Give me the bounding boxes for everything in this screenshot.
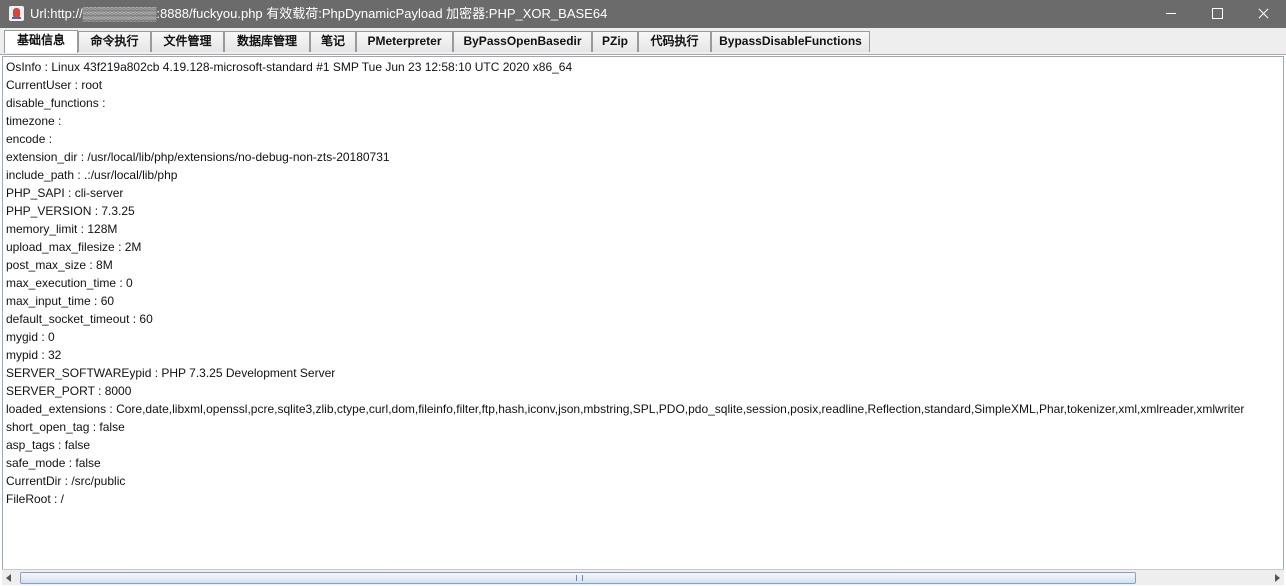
java-app-icon [9, 6, 24, 21]
tab-basic-info[interactable]: 基础信息 [4, 30, 78, 53]
minimize-icon[interactable] [1148, 0, 1194, 28]
info-line: disable_functions : [6, 96, 106, 110]
info-line: CurrentUser : root [6, 78, 103, 92]
basic-info-text[interactable]: OsInfo : Linux 43f219a802cb 4.19.128-mic… [6, 58, 1244, 508]
info-line: OsInfo : Linux 43f219a802cb 4.19.128-mic… [6, 60, 573, 74]
info-line: default_socket_timeout : 60 [6, 312, 153, 326]
info-line: include_path : .:/usr/local/lib/php [6, 168, 178, 182]
info-line: PHP_VERSION : 7.3.25 [6, 204, 135, 218]
info-line: mypid : 32 [6, 348, 62, 362]
info-line: memory_limit : 128M [6, 222, 118, 236]
info-line: timezone : [6, 114, 62, 128]
info-line: encode : [6, 132, 53, 146]
tab-pzip[interactable]: PZip [592, 31, 638, 52]
info-line: upload_max_filesize : 2M [6, 240, 142, 254]
tab-bypass-disable-functions[interactable]: BypassDisableFunctions [711, 31, 870, 52]
scroll-left-icon[interactable] [2, 570, 17, 585]
info-line: PHP_SAPI : cli-server [6, 186, 124, 200]
window-title: Url:http://▒▒▒▒▒▒▒▒:8888/fuckyou.php 有效载… [30, 6, 608, 21]
tab-command-exec[interactable]: 命令执行 [78, 31, 151, 52]
info-line: extension_dir : /usr/local/lib/php/exten… [6, 150, 390, 164]
info-line: asp_tags : false [6, 438, 91, 452]
tab-code-exec[interactable]: 代码执行 [638, 31, 711, 52]
info-line: loaded_extensions : Core,date,libxml,ope… [6, 402, 1245, 416]
info-line: SERVER_SOFTWAREypid : PHP 7.3.25 Develop… [6, 366, 336, 380]
horizontal-scrollbar[interactable] [2, 569, 1284, 585]
basic-info-panel[interactable]: OsInfo : Linux 43f219a802cb 4.19.128-mic… [2, 56, 1284, 570]
info-line: mygid : 0 [6, 330, 55, 344]
info-line: max_execution_time : 0 [6, 276, 133, 290]
info-line: SERVER_PORT : 8000 [6, 384, 132, 398]
title-bar[interactable]: Url:http://▒▒▒▒▒▒▒▒:8888/fuckyou.php 有效载… [0, 0, 1286, 28]
tab-notes[interactable]: 笔记 [310, 31, 356, 52]
info-line: safe_mode : false [6, 456, 101, 470]
info-line: max_input_time : 60 [6, 294, 115, 308]
close-icon[interactable] [1240, 0, 1286, 28]
scrollbar-thumb[interactable] [20, 572, 1136, 584]
info-line: short_open_tag : false [6, 420, 125, 434]
info-line: CurrentDir : /src/public [6, 474, 126, 488]
info-line: post_max_size : 8M [6, 258, 113, 272]
tab-bypass-open-basedir[interactable]: ByPassOpenBasedir [453, 31, 592, 52]
tab-database-manager[interactable]: 数据库管理 [224, 31, 310, 52]
maximize-icon[interactable] [1194, 0, 1240, 28]
tab-file-manager[interactable]: 文件管理 [151, 31, 224, 52]
info-line: FileRoot : / [6, 492, 65, 506]
grip-icon [576, 575, 583, 581]
tab-pmeterpreter[interactable]: PMeterpreter [356, 31, 453, 52]
scroll-right-icon[interactable] [1269, 570, 1284, 585]
tab-bar: 基础信息 命令执行 文件管理 数据库管理 笔记 PMeterpreter ByP… [0, 28, 1286, 55]
